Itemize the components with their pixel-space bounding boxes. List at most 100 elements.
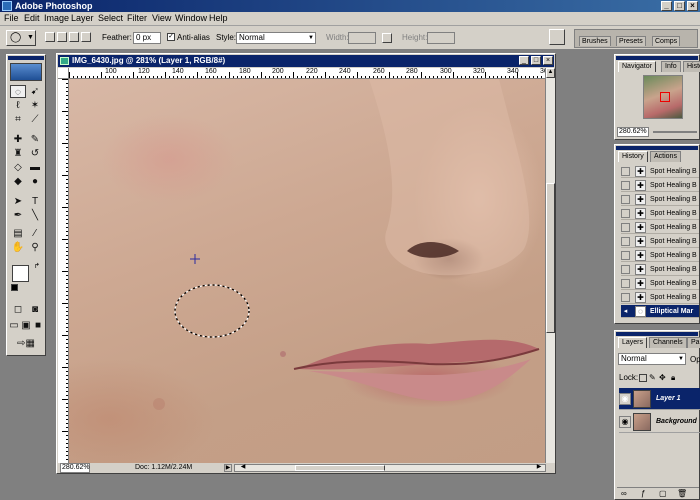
default-colors-icon[interactable] [11,284,18,291]
notes-tool-icon[interactable]: ▤ [10,227,26,240]
vertical-scrollbar[interactable]: ▲ [545,68,555,463]
eraser-tool-icon[interactable]: ◇ [10,161,26,174]
link-layers-icon[interactable]: ∞ [621,489,627,498]
vertical-ruler[interactable] [58,79,69,463]
minimize-button[interactable]: _ [661,1,672,11]
history-item-current[interactable]: ◂ ◌ Elliptical Mar [621,305,699,318]
move-tool-icon[interactable]: ➹ [27,85,43,98]
type-tool-icon[interactable]: T [27,195,43,208]
tab-actions[interactable]: Actions [650,151,681,162]
new-layer-icon[interactable]: ▢ [659,489,667,498]
lock-all-icon[interactable]: 🔒︎ [671,373,675,383]
tool-preset-picker[interactable]: ◯ ▼ [6,30,36,46]
history-item[interactable]: ✚ Spot Healing B [621,193,699,206]
history-item[interactable]: ✚ Spot Healing B [621,277,699,290]
screen-mode-full-menu-icon[interactable]: ▣ [20,319,32,332]
dodge-tool-icon[interactable]: ● [27,175,43,188]
lasso-tool-icon[interactable]: ℓ [10,99,26,112]
tab-histogram[interactable]: Histo [683,61,700,72]
navigator-zoom-field[interactable]: 280.62% [617,127,649,137]
style-select[interactable]: Normal ▼ [236,32,316,44]
blend-mode-select[interactable]: Normal ▼ [618,353,686,365]
path-selection-icon[interactable]: ➤ [10,195,26,208]
zoom-tool-icon[interactable]: ⚲ [27,241,43,254]
history-item[interactable]: ✚ Spot Healing B [621,235,699,248]
new-selection-button[interactable] [45,32,55,42]
hand-tool-icon[interactable]: ✋ [10,241,26,254]
scroll-thumb[interactable] [546,183,555,333]
foreground-color-swatch[interactable] [12,265,29,282]
clone-stamp-icon[interactable]: ♜ [10,147,26,160]
intersect-selection-button[interactable] [81,32,91,42]
lock-brush-icon[interactable]: ✎ [649,373,656,382]
history-item[interactable]: ✚ Spot Healing B [621,249,699,262]
menu-window[interactable]: Window [175,13,207,23]
history-item[interactable]: ✚ Spot Healing B [621,207,699,220]
imageready-jump-icon[interactable]: ⇨▦ [10,337,42,350]
close-button[interactable]: × [687,1,698,11]
tab-paths[interactable]: Pa [687,337,700,348]
menu-image[interactable]: Image [44,13,69,23]
standard-mode-icon[interactable]: ◻ [10,303,26,316]
antialias-checkbox[interactable]: ✓ [167,33,175,41]
photoshop-feather-logo[interactable] [10,63,42,81]
visibility-eye-icon[interactable]: ◉ [619,416,631,428]
scroll-up-icon[interactable]: ▲ [546,68,555,78]
navigator-view-box[interactable] [660,92,670,102]
lock-move-icon[interactable]: ✥ [659,373,666,382]
screen-mode-standard-icon[interactable]: ▭ [8,319,20,332]
screen-mode-full-icon[interactable]: ■ [32,319,44,332]
layer-style-icon[interactable]: ƒ [641,489,645,498]
tab-info[interactable]: Info [661,61,681,72]
swap-colors-icon[interactable]: ↱ [34,262,40,270]
crop-tool-icon[interactable]: ⌗ [10,113,26,126]
lock-transparency-checkbox[interactable] [639,374,647,382]
document-title-bar[interactable]: IMG_6430.jpg @ 281% (Layer 1, RGB/8#) _ … [58,55,554,67]
add-to-selection-button[interactable] [57,32,67,42]
visibility-eye-icon[interactable]: ◉ [619,393,631,405]
menu-file[interactable]: File [4,13,19,23]
healing-brush-icon[interactable]: ✚ [10,133,26,146]
horizontal-ruler[interactable]: 100 120 140 160 180 200 220 240 260 280 … [69,68,545,79]
blur-tool-icon[interactable]: ◆ [10,175,26,188]
well-tab-comps[interactable]: Comps [652,36,681,46]
image-canvas[interactable] [69,79,545,463]
eyedropper-icon[interactable]: ⁄ [27,227,43,240]
menu-filter[interactable]: Filter [127,13,147,23]
history-item[interactable]: ✚ Spot Healing B [621,165,699,178]
quick-mask-icon[interactable]: ◙ [27,303,43,316]
hscroll-thumb[interactable] [295,465,385,471]
tab-layers[interactable]: Layers [618,337,648,348]
tab-channels[interactable]: Channels [649,337,687,348]
feather-input[interactable]: 0 px [133,32,161,44]
history-state-marker-icon[interactable]: ◂ [621,307,630,316]
history-item[interactable]: ✚ Spot Healing B [621,221,699,234]
well-tab-presets[interactable]: Presets [616,36,646,46]
menu-edit[interactable]: Edit [24,13,40,23]
layer-row-background[interactable]: ◉ Background [619,411,700,433]
menu-select[interactable]: Select [98,13,123,23]
zoom-field[interactable]: 280.62% [60,463,90,473]
maximize-button[interactable]: □ [674,1,685,11]
tab-history[interactable]: History [618,151,648,162]
doc-close-button[interactable]: × [543,56,553,65]
well-tab-brushes[interactable]: Brushes [579,36,611,46]
marquee-tool-icon[interactable]: ◌ [10,85,26,98]
ruler-origin[interactable] [58,68,69,79]
navigator-thumbnail[interactable] [643,75,683,119]
line-tool-icon[interactable]: ╲ [27,209,43,222]
scroll-left-icon[interactable]: ◀ [239,464,247,472]
navigator-zoom-slider[interactable] [653,131,697,133]
pen-tool-icon[interactable]: ✒ [10,209,26,222]
menu-layer[interactable]: Layer [71,13,94,23]
scroll-right-icon[interactable]: ▶ [535,464,543,472]
history-item[interactable]: ✚ Spot Healing B [621,263,699,276]
status-menu-arrow-icon[interactable]: ▶ [224,464,232,472]
history-brush-icon[interactable]: ↺ [27,147,43,160]
subtract-selection-button[interactable] [69,32,79,42]
brush-tool-icon[interactable]: ✎ [27,133,43,146]
layer-row-layer1[interactable]: ◉ Layer 1 [619,388,700,410]
menu-view[interactable]: View [152,13,171,23]
trash-icon[interactable]: 🗑︎ [677,489,687,498]
file-browser-button[interactable] [549,29,565,45]
